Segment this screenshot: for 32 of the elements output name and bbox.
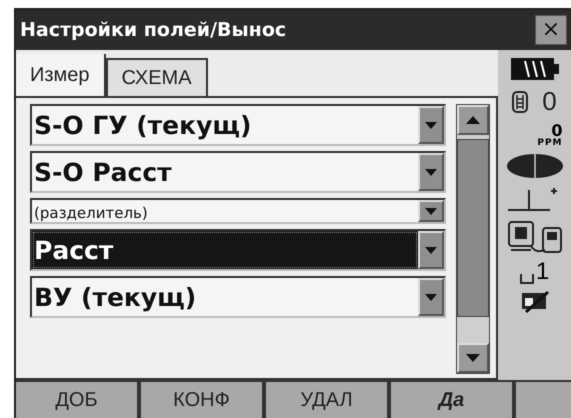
tab[interactable]: СХЕМА xyxy=(106,58,208,96)
instrument-connection-icon xyxy=(506,218,562,254)
window-title: Настройки полей/Вынос xyxy=(20,19,288,41)
softkey[interactable]: КОНФ xyxy=(141,382,262,418)
ppm-value: 0 xyxy=(551,123,562,139)
scrollbar[interactable] xyxy=(456,104,490,374)
field-value: (разделитель) xyxy=(33,203,149,222)
prism-constant: 0 xyxy=(542,86,557,117)
pen-on-panel-icon xyxy=(520,290,550,314)
field-value: S-O ГУ (текущ) xyxy=(33,110,252,142)
softkey[interactable]: УДАЛ xyxy=(266,382,387,418)
field-value: Расст xyxy=(32,231,418,269)
scroll-thumb[interactable] xyxy=(457,139,489,317)
dropdown-field[interactable]: Расст xyxy=(30,229,446,271)
field-value: ВУ (текущ) xyxy=(33,282,198,314)
softkey[interactable]: Да xyxy=(391,382,512,418)
dropdown-field[interactable]: S-O Расст xyxy=(30,151,446,193)
dropdown-field[interactable]: S-O ГУ (текущ) xyxy=(30,104,446,146)
battery-icon xyxy=(510,58,558,80)
prism-icon xyxy=(512,90,528,112)
scroll-up-icon[interactable] xyxy=(457,105,489,135)
target-icon xyxy=(520,274,534,284)
target-number: 1 xyxy=(536,260,550,284)
laser-icon xyxy=(506,154,562,178)
dropdown-field[interactable]: ВУ (текущ) xyxy=(30,276,446,318)
scroll-down-icon[interactable] xyxy=(457,343,489,373)
softkey[interactable]: ДОБ xyxy=(16,382,137,418)
close-button[interactable]: × xyxy=(535,15,567,45)
tab[interactable]: Измер xyxy=(16,54,106,96)
field-value: S-O Расст xyxy=(33,157,173,189)
dropdown-field[interactable]: (разделитель) xyxy=(30,198,446,224)
ppm-unit: PPM xyxy=(537,139,562,148)
